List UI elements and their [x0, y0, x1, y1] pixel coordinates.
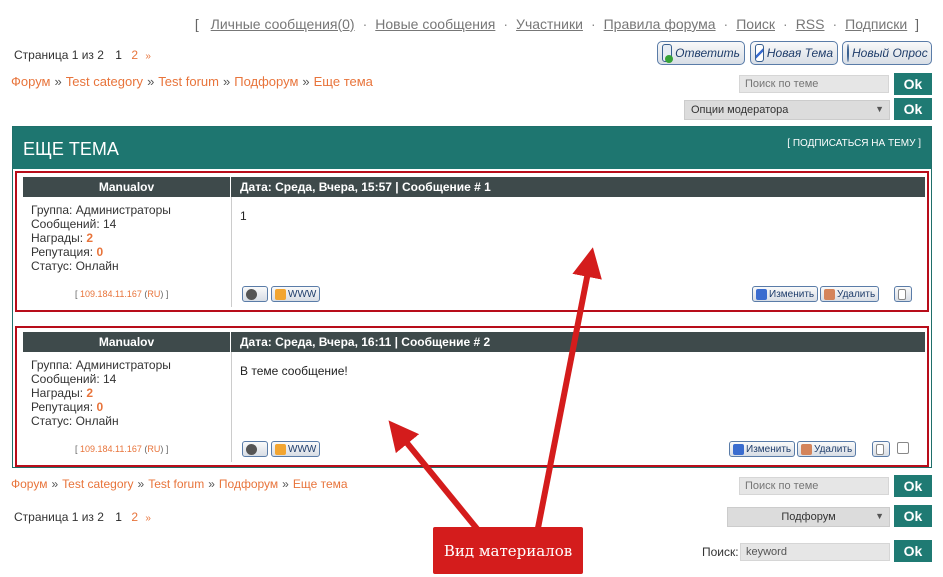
arrow-left-icon: [388, 420, 481, 532]
annotation-arrows: [388, 247, 602, 532]
annotation-banner: Вид материалов: [433, 527, 583, 574]
arrow-up-icon: [535, 247, 602, 529]
